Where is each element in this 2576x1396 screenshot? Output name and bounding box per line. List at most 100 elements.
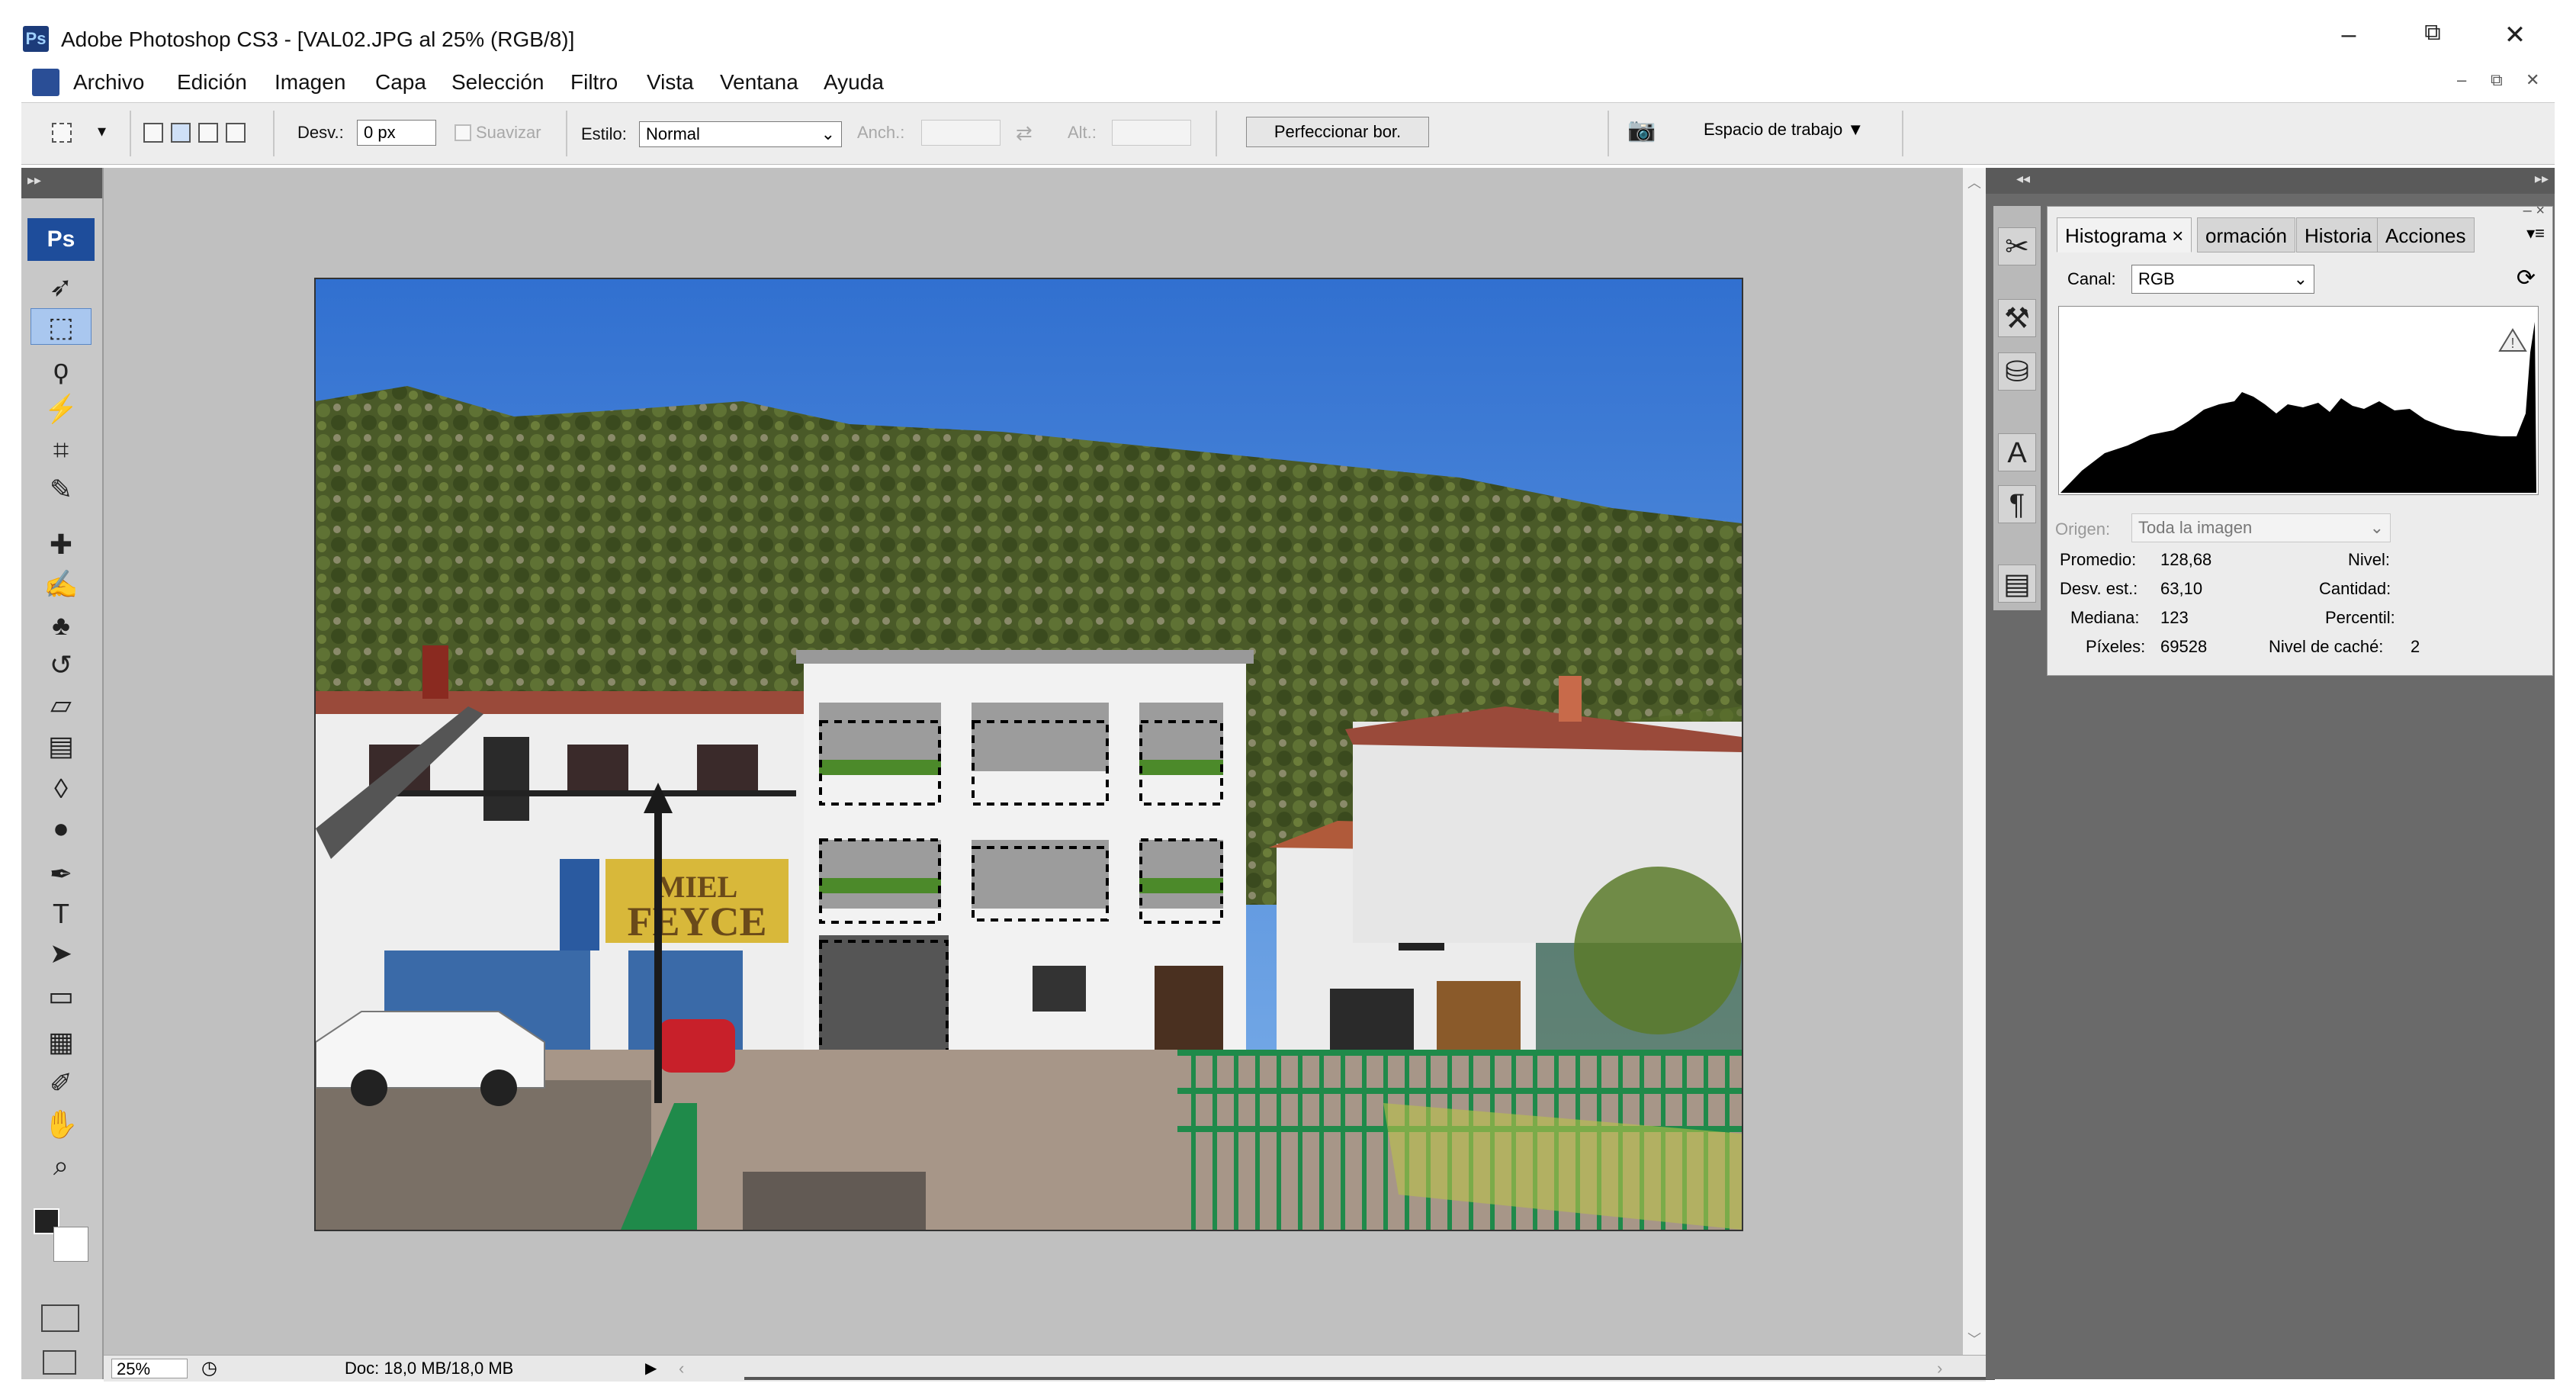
panel-close-icon[interactable]: – × [2523,202,2545,220]
lasso-tool[interactable]: ϙ [31,351,92,388]
collapse-dock-icon[interactable]: ◂◂ [2016,171,2030,187]
doc-close-button[interactable]: ✕ [2526,70,2539,90]
workspace-button[interactable]: Espacio de trabajo ▼ [1704,120,1864,140]
dodge-tool[interactable]: ● [31,810,92,847]
tab-acciones[interactable]: Acciones [2377,217,2475,253]
feather-input[interactable]: 0 px [357,120,436,146]
vertical-scrollbar[interactable]: ︿ ﹀ [1963,168,1986,1355]
clone-stamp-tool[interactable]: ♣ [31,607,92,644]
style-select[interactable]: Normal ⌄ [639,121,842,147]
tab-historia[interactable]: Historia [2296,217,2381,253]
scroll-down-icon[interactable]: ﹀ [1967,1329,1981,1349]
menu-capa[interactable]: Capa [375,70,426,95]
antialias-checkbox[interactable] [454,124,471,141]
restore-button[interactable]: ⧉ [2410,20,2456,46]
close-button[interactable]: ✕ [2492,20,2538,50]
channel-select[interactable]: RGB ⌄ [2131,265,2314,294]
add-selection-icon[interactable] [171,123,191,143]
slice-tool[interactable]: ✎ [31,471,92,508]
level-label: Nivel: [2348,550,2391,569]
menu-archivo[interactable]: Archivo [73,70,144,95]
tab-informacion[interactable]: ormación [2197,217,2295,253]
tools-panel-icon[interactable]: ✂ [1998,227,2036,265]
expand-dock-icon[interactable]: ▸▸ [2535,171,2549,187]
refine-edge-button[interactable]: Perfeccionar bor. [1246,117,1429,147]
doc-restore-button[interactable]: ⧉ [2491,70,2503,90]
doc-minimize-button[interactable]: – [2457,70,2466,90]
type-tool[interactable]: T [31,896,92,932]
shape-tool[interactable]: ▭ [31,978,92,1015]
swap-dimensions-icon[interactable]: ⇄ [1016,121,1033,145]
expand-icon[interactable]: ▸▸ [27,172,41,188]
source-select[interactable]: Toda la imagen ⌄ [2131,513,2391,542]
eraser-tool[interactable]: ▱ [31,687,92,723]
magic-wand-tool[interactable]: ⚡ [31,391,92,427]
cache-level-label: Nivel de caché: [2269,637,2384,656]
new-selection-icon[interactable] [143,123,163,143]
status-clock-icon[interactable]: ◷ [201,1359,217,1378]
clone-source-icon[interactable]: ⛁ [1998,352,2036,391]
zoom-tool[interactable]: ⌕ [31,1147,92,1184]
menu-vista[interactable]: Vista [647,70,694,95]
character-panel-icon[interactable]: A [1998,433,2036,471]
pen-tool-icon: ✒ [49,858,73,889]
camera-icon[interactable]: 📷 [1627,117,1656,143]
background-color-swatch[interactable] [53,1227,88,1262]
menu-ventana[interactable]: Ventana [720,70,798,95]
status-menu-arrow-icon[interactable]: ▶ [645,1359,657,1378]
intersect-selection-icon[interactable] [226,123,246,143]
percentile-label: Percentil: [2325,608,2395,627]
channel-select-value: RGB [2138,269,2175,288]
hscroll-right-icon[interactable]: › [1937,1359,1942,1378]
horizontal-scrollbar[interactable] [744,1377,1995,1380]
notes-panel-icon[interactable]: ▤ [1998,565,2036,603]
subtract-selection-icon[interactable] [198,123,218,143]
refresh-icon[interactable]: ⟳ [2517,265,2536,291]
dock-header[interactable]: ◂◂ ▸▸ [1986,168,2555,194]
preset-dropdown-arrow-icon[interactable]: ▾ [98,121,106,141]
marquee-preset-icon[interactable] [52,123,72,143]
healing-brush-tool[interactable]: ✚ [31,526,92,563]
blur-tool[interactable]: ◊ [31,770,92,807]
paragraph-panel-icon[interactable]: ¶ [1998,485,2036,523]
scroll-up-icon[interactable]: ︿ [1967,172,1981,192]
gradient-tool[interactable]: ▤ [31,728,92,764]
move-tool[interactable]: ➶ [31,269,92,305]
marquee-tool[interactable]: ⬚ [31,308,92,345]
cache-level-value: 2 [2411,637,2420,656]
path-selection-tool[interactable]: ➤ [31,935,92,972]
photoshop-badge[interactable]: Ps [27,218,95,261]
menu-filtro[interactable]: Filtro [570,70,618,95]
tab-histogram[interactable]: Histograma × [2057,217,2192,253]
notes-tool-icon: ▦ [47,1026,74,1057]
quick-mask-icon[interactable] [41,1304,79,1332]
antialias-label: Suavizar [476,123,541,142]
eyedropper-tool[interactable]: ✐ [31,1065,92,1102]
zoom-field[interactable]: 25% [111,1359,188,1378]
source-select-value: Toda la imagen [2138,518,2253,537]
screen-mode-icon[interactable] [43,1350,76,1375]
pen-tool[interactable]: ✒ [31,856,92,893]
hscroll-left-icon[interactable]: ‹ [679,1359,684,1378]
toolbox-header[interactable]: ▸▸ [21,168,102,198]
document-image[interactable]: MIEL FEYCE [314,278,1743,1231]
crop-tool[interactable]: ⌗ [31,432,92,468]
history-brush-tool[interactable]: ↺ [31,647,92,684]
svg-text:!: ! [2510,336,2514,351]
height-input[interactable] [1112,120,1191,146]
menu-seleccion[interactable]: Selección [451,70,544,95]
menu-imagen[interactable]: Imagen [275,70,345,95]
panel-menu-icon[interactable]: ▾≡ [2526,224,2545,243]
menu-edicion[interactable]: Edición [177,70,247,95]
hand-tool[interactable]: ✋ [31,1106,92,1143]
marquee-tool-icon: ⬚ [47,311,74,343]
menu-ayuda[interactable]: Ayuda [824,70,884,95]
brush-presets-icon[interactable]: ⚒ [1998,299,2036,337]
clone-stamp-tool-icon: ♣ [52,610,70,641]
width-input[interactable] [921,120,1001,146]
path-selection-tool-icon: ➤ [49,938,73,969]
history-brush-tool-icon: ↺ [49,649,73,680]
notes-tool[interactable]: ▦ [31,1024,92,1060]
brush-tool[interactable]: ✍ [31,566,92,603]
minimize-button[interactable]: – [2326,20,2372,50]
